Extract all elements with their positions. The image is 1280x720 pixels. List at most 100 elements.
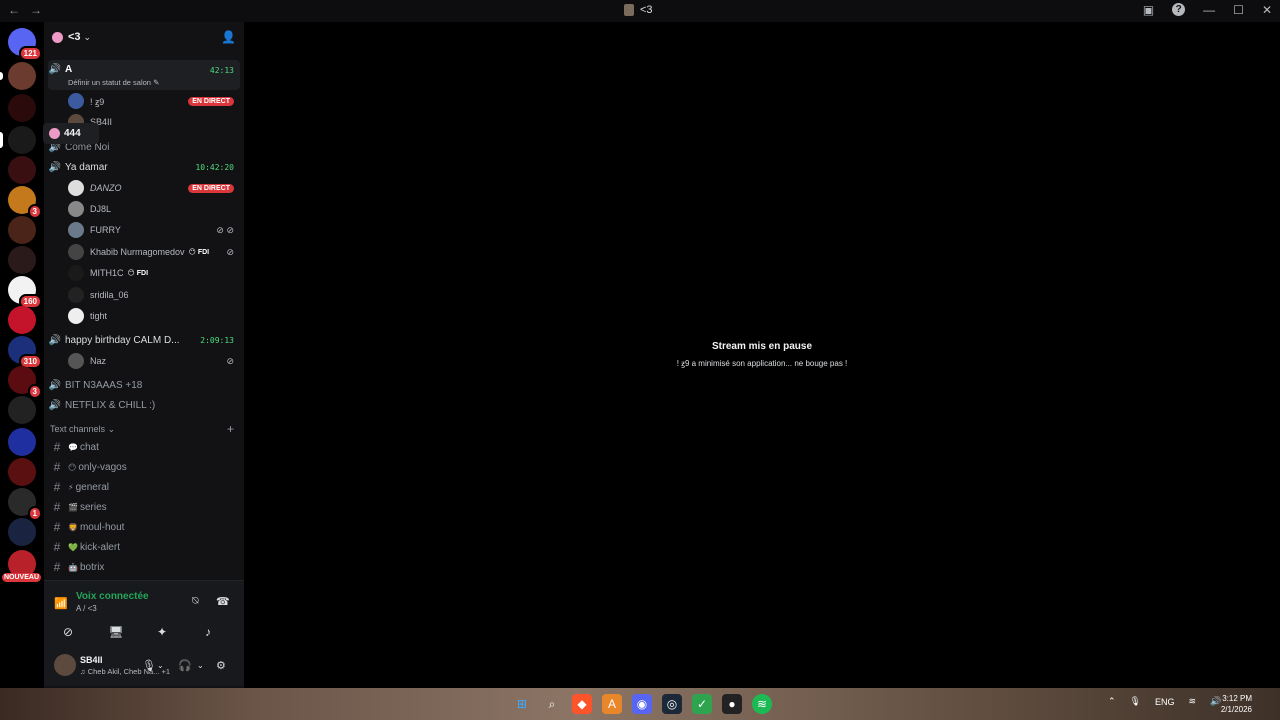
voice-channel-birthday[interactable]: 🔊 happy birthday CALM D... 2:09:13	[48, 332, 240, 348]
server-icon[interactable]: 160	[8, 276, 42, 309]
deafened-icon: ⊘	[226, 246, 234, 257]
server-icon[interactable]	[8, 94, 36, 122]
forward-arrow-icon[interactable]: →	[30, 3, 42, 17]
wifi-icon[interactable]: ≋	[1189, 696, 1197, 707]
signal-icon[interactable]: 📶	[54, 597, 68, 610]
soundboard-icon[interactable]: ♪	[188, 621, 228, 643]
screen-share-icon[interactable]: 🖥	[96, 621, 136, 643]
inbox-icon[interactable]: ▣	[1143, 3, 1154, 17]
disconnect-icon[interactable]: ☎	[216, 595, 230, 608]
discord-icon[interactable]: ◉	[632, 694, 652, 714]
language-indicator[interactable]: ENG	[1155, 697, 1175, 707]
server-icon[interactable]	[8, 246, 36, 274]
direct-messages-icon[interactable]: 121	[8, 28, 42, 61]
microphone-icon[interactable]: 🎙	[142, 659, 156, 672]
server-icon[interactable]	[8, 396, 36, 424]
voice-channel-bit[interactable]: 🔊 BIT N3AAAS +18	[48, 377, 240, 393]
camera-icon[interactable]: ⊘	[48, 621, 88, 643]
voice-status-title[interactable]: Voix connectée	[76, 591, 149, 602]
text-channel-only-vagos[interactable]: # 😶 only-vagos	[50, 459, 240, 475]
text-channel-chat[interactable]: # 💬 chat	[50, 439, 240, 455]
text-channel-moul-hout[interactable]: # 🦁 moul-hout	[50, 519, 240, 535]
server-icon[interactable]	[8, 518, 36, 546]
channel-sidebar: <3 ⌄ 👤 🔊 A 42:13 Définir un statut de sa…	[44, 22, 244, 688]
taskbar-clock[interactable]: 3:12 PM 2/1/2026	[1221, 693, 1252, 715]
chevron-up-icon[interactable]: ⌃	[1108, 696, 1116, 707]
voice-channel-name: happy birthday CALM D...	[65, 334, 180, 346]
server-icon[interactable]: 3	[8, 366, 42, 399]
user-name: MITH1C	[90, 268, 124, 278]
stream-view[interactable]: Stream mis en pause ! ꙃ9 a minimisé son …	[244, 22, 1280, 688]
speaker-icon: 🔊	[48, 161, 62, 173]
server-icon[interactable]	[8, 306, 36, 334]
voice-user[interactable]: MITH1C 😶 FDI	[68, 265, 238, 281]
volume-icon[interactable]: 🔊	[1210, 696, 1221, 707]
stream-paused-message: ! ꙃ9 a minimisé son application... ne bo…	[676, 359, 848, 368]
server-icon[interactable]: 1	[8, 488, 42, 521]
tag-text: FDI	[136, 270, 149, 277]
user-panel: SB4II ♫ Cheb Akil, Cheb Na... +1 🎙 ⌄ 🎧 ⌄…	[44, 647, 244, 687]
create-channel-icon[interactable]: +	[227, 422, 234, 436]
server-icon[interactable]	[0, 62, 36, 90]
unread-pill	[0, 72, 3, 80]
server-header[interactable]: <3 ⌄ 👤	[44, 22, 244, 52]
voice-channel-timer: 10:42:20	[195, 162, 234, 172]
search-icon[interactable]: ⌕	[542, 694, 562, 714]
voice-user[interactable]: DANZO EN DIRECT	[68, 180, 238, 196]
voice-channel-ya-damar[interactable]: 🔊 Ya damar 10:42:20	[48, 159, 240, 175]
speaker-icon: 🔊	[48, 399, 62, 411]
voice-user[interactable]: sridila_06	[68, 287, 238, 303]
channel-status-prompt[interactable]: Définir un statut de salon ✎	[68, 78, 159, 87]
app-a-icon[interactable]: A	[602, 694, 622, 714]
voice-channel-netflix[interactable]: 🔊 NETFLIX & CHILL :)	[48, 397, 240, 413]
help-icon[interactable]: ?	[1172, 3, 1186, 16]
server-icon[interactable]	[8, 458, 36, 486]
voice-user[interactable]: tight	[68, 308, 238, 324]
server-icon[interactable]	[0, 126, 36, 154]
taskbar: ⊞ ⌕ ◆ A ◉ ◎ ✓ ● ≋ ⌃ 🎙 ENG ≋ 🔊 3:12 PM 2/…	[0, 688, 1280, 720]
voice-user[interactable]: DJ8L	[68, 201, 238, 217]
voice-user[interactable]: FURRY ⊘ ⊘	[68, 222, 238, 238]
minimize-button[interactable]: —	[1203, 3, 1215, 17]
user-name: SB4II	[80, 655, 103, 665]
microphone-icon[interactable]: 🎙	[1130, 696, 1141, 707]
channel-emoji: 💬	[68, 442, 78, 452]
text-channel-botrix[interactable]: # 🤖 botrix	[50, 559, 240, 575]
voice-user[interactable]: ! ꙃ9 EN DIRECT	[68, 93, 238, 109]
voice-user[interactable]: Khabib Nurmagomedov 😶 FDI ⊘	[68, 244, 238, 260]
noise-suppression-icon[interactable]: ⍉	[192, 595, 199, 608]
settings-gear-icon[interactable]: ⚙	[216, 659, 226, 672]
invite-people-icon[interactable]: 👤	[221, 30, 236, 44]
chevron-down-icon[interactable]: ⌄	[197, 661, 204, 670]
app-green-icon[interactable]: ✓	[692, 694, 712, 714]
avatar[interactable]	[54, 654, 76, 676]
category-text-channels[interactable]: Text channels ⌄	[50, 424, 115, 435]
window-title: <3	[624, 4, 653, 16]
activities-icon[interactable]: ✦	[142, 621, 182, 643]
close-button[interactable]: ✕	[1262, 3, 1272, 17]
spotify-icon[interactable]: ≋	[752, 694, 772, 714]
text-channel-general[interactable]: # ⚡ general	[50, 479, 240, 495]
title-bar: ← → <3 ▣ ? — ☐ ✕	[0, 0, 1280, 22]
chevron-down-icon[interactable]: ⌄	[157, 661, 164, 670]
steam-icon[interactable]: ◎	[662, 694, 682, 714]
history-nav: ← →	[8, 3, 52, 17]
server-icon[interactable]	[8, 216, 36, 244]
text-channel-series[interactable]: # 🎬 series	[50, 499, 240, 515]
mention-badge: 121	[18, 46, 42, 61]
server-icon[interactable]: 3	[8, 186, 42, 219]
server-icon[interactable]: 310	[8, 336, 42, 369]
brave-browser-icon[interactable]: ◆	[572, 694, 592, 714]
maximize-button[interactable]: ☐	[1233, 3, 1244, 17]
text-channel-kick-alert[interactable]: # 💚 kick-alert	[50, 539, 240, 555]
voice-channel-timer: 42:13	[209, 66, 234, 75]
windows-start-icon[interactable]: ⊞	[512, 694, 532, 714]
back-arrow-icon[interactable]: ←	[8, 3, 20, 17]
server-icon[interactable]	[8, 428, 36, 456]
headphones-icon[interactable]: 🎧	[178, 659, 192, 672]
voice-user[interactable]: Naz ⊘	[68, 353, 238, 369]
voice-channel-name: Ya damar	[65, 161, 108, 173]
server-icon[interactable]	[8, 156, 36, 184]
obs-icon[interactable]: ●	[722, 694, 742, 714]
server-icon[interactable]: NOUVEAU	[2, 550, 42, 582]
